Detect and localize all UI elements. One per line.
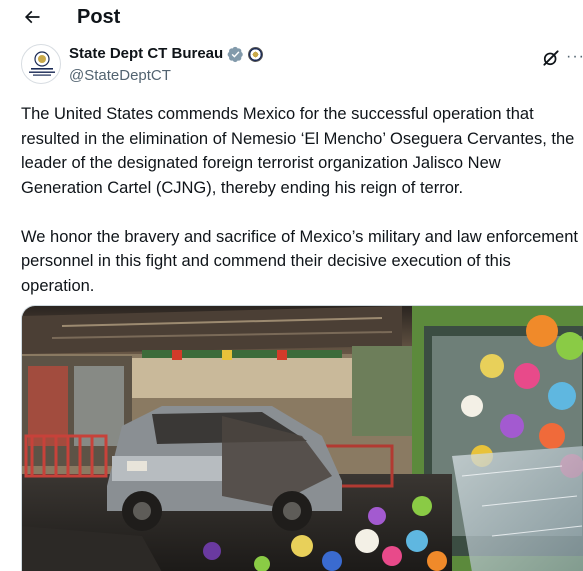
post-header: State Dept CT Bureau @StateDeptCT ··· xyxy=(0,40,583,90)
arrow-left-icon xyxy=(24,10,40,24)
author-info: State Dept CT Bureau @StateDeptCT xyxy=(69,44,264,86)
page-title: Post xyxy=(77,6,121,28)
top-bar: Post xyxy=(0,0,583,34)
bureau-logo-icon xyxy=(29,51,55,76)
more-icon[interactable]: ··· xyxy=(566,47,583,67)
author-display-name[interactable]: State Dept CT Bureau xyxy=(69,44,223,64)
seal-icon[interactable] xyxy=(248,46,264,62)
verified-badge-icon[interactable] xyxy=(227,46,244,63)
avatar[interactable] xyxy=(21,44,61,84)
grok-icon[interactable] xyxy=(541,48,561,68)
post-text: The United States commends Mexico for th… xyxy=(21,102,581,298)
post-paragraph-2: We honor the bravery and sacrifice of Me… xyxy=(21,227,578,295)
post-paragraph-1: The United States commends Mexico for th… xyxy=(21,105,575,197)
back-button[interactable] xyxy=(18,3,46,31)
post-photo[interactable] xyxy=(21,305,583,571)
author-handle[interactable]: @StateDeptCT xyxy=(69,66,263,86)
burned-car-photo xyxy=(22,306,583,571)
